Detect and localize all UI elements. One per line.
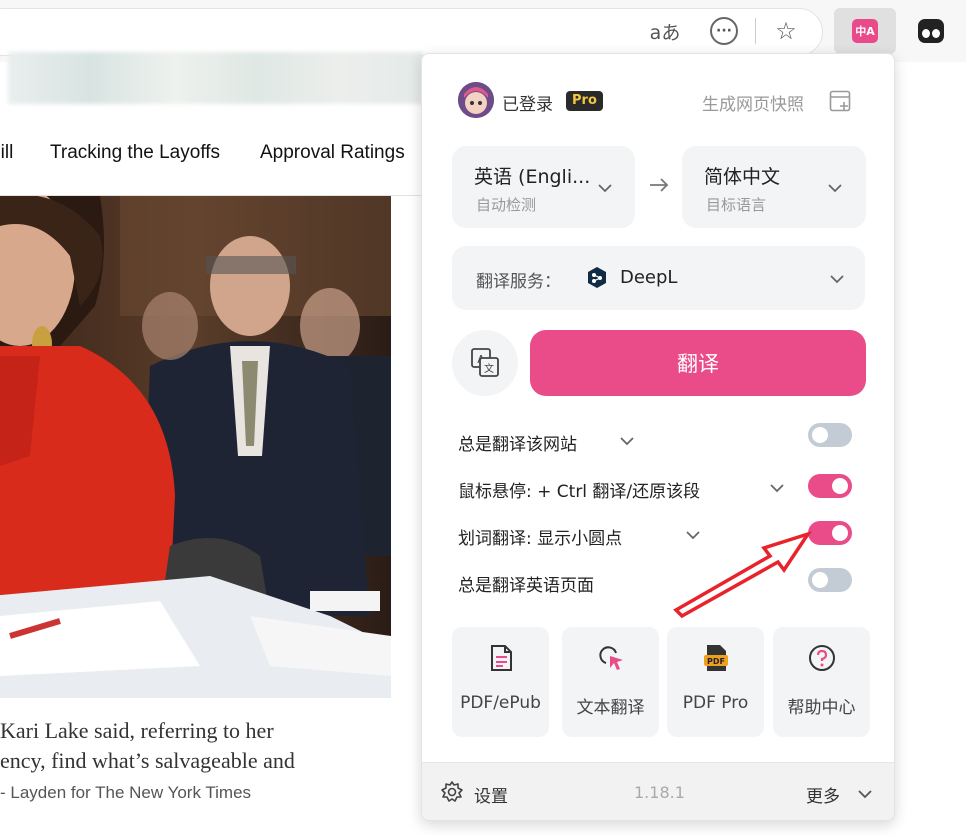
tile-label: PDF Pro <box>682 693 749 713</box>
pdf-pro-icon: PDF <box>704 645 728 671</box>
user-avatar[interactable] <box>458 82 494 118</box>
source-language-name: 英语 (Engli... <box>474 166 591 188</box>
input-translate-button[interactable]: A 文 <box>452 330 518 396</box>
translation-popup: 已登录 Pro 生成网页快照 英语 (Engli... 自动检测 简体中文 目标… <box>421 53 895 821</box>
chevron-down-icon <box>830 275 844 284</box>
ghost-extension-icon[interactable] <box>918 19 944 43</box>
screen: aあ ··· ☆ 中A Bill Tracking the Layoffs Ap… <box>0 0 966 836</box>
favorite-star-icon[interactable]: ☆ <box>770 15 802 47</box>
snapshot-icon[interactable] <box>829 90 851 112</box>
toolbar-divider <box>755 18 756 44</box>
photo-credit: - Layden for The New York Times <box>0 783 252 802</box>
target-language-name: 简体中文 <box>704 166 781 188</box>
arrow-right-icon <box>650 178 669 192</box>
gear-icon[interactable] <box>440 780 464 804</box>
chevron-down-icon[interactable] <box>618 435 636 447</box>
tile-label: PDF/ePub <box>460 693 541 713</box>
article-photo <box>0 196 391 698</box>
service-label: 翻译服务： <box>476 272 561 292</box>
svg-text:文: 文 <box>484 362 494 375</box>
translate-page-button[interactable]: 翻译 <box>530 330 866 396</box>
version-label: 1.18.1 <box>634 783 685 802</box>
chevron-down-icon <box>598 184 612 193</box>
chevron-down-icon <box>828 184 842 193</box>
target-language-select[interactable]: 简体中文 目标语言 <box>682 146 866 228</box>
translate-icon: A 文 <box>471 348 499 377</box>
annotation-arrow-icon <box>673 530 813 619</box>
article-caption-line-1: Kari Lake said, referring to her <box>0 718 274 743</box>
option-label: 划词翻译: 显示小圆点 <box>458 529 623 549</box>
login-status: 已登录 <box>502 95 553 115</box>
read-aloud-icon[interactable]: aあ <box>648 16 682 46</box>
address-bar[interactable] <box>0 8 823 56</box>
option-label: 鼠标悬停: + Ctrl 翻译/还原该段 <box>458 482 701 502</box>
target-language-hint: 目标语言 <box>706 196 767 214</box>
help-icon <box>809 645 835 671</box>
cursor-translate-icon <box>599 646 623 670</box>
tile-text-translate[interactable]: 文本翻译 <box>562 627 659 737</box>
tile-pdf-epub[interactable]: PDF/ePub <box>452 627 549 737</box>
nav-link-bill[interactable]: Bill <box>0 142 13 164</box>
tile-pdf-pro[interactable]: PDF PDF Pro <box>667 627 764 737</box>
pro-badge: Pro <box>566 91 603 111</box>
tile-label: 帮助中心 <box>787 698 856 718</box>
more-menu-link[interactable]: 更多 <box>806 782 840 807</box>
service-name: DeepL <box>620 267 678 288</box>
toggle-hover-translate[interactable] <box>808 474 852 498</box>
source-language-hint: 自动检测 <box>476 196 537 214</box>
tile-help-center[interactable]: 帮助中心 <box>773 627 870 737</box>
svg-text:PDF: PDF <box>707 657 725 666</box>
settings-link[interactable]: 设置 <box>474 782 508 807</box>
nav-link-tracking-layoffs[interactable]: Tracking the Layoffs <box>50 142 220 164</box>
avatar-icon <box>458 82 494 118</box>
option-label: 总是翻译英语页面 <box>458 576 594 596</box>
snapshot-link[interactable]: 生成网页快照 <box>702 90 804 115</box>
more-options-icon[interactable]: ··· <box>710 17 738 45</box>
chevron-down-icon[interactable] <box>856 788 874 800</box>
option-label: 总是翻译该网站 <box>458 435 577 455</box>
translation-service-select[interactable]: 翻译服务： DeepL <box>452 246 865 310</box>
popup-footer: 设置 1.18.1 更多 <box>422 762 894 820</box>
nav-link-approval-ratings[interactable]: Approval Ratings <box>260 142 405 164</box>
translator-extension-icon[interactable]: 中A <box>852 19 878 43</box>
tile-label: 文本翻译 <box>576 698 645 718</box>
document-icon <box>491 645 512 671</box>
chevron-down-icon[interactable] <box>768 482 786 494</box>
deepl-logo-icon <box>588 267 606 288</box>
blurred-header-content <box>8 52 423 104</box>
hearing-photo-illustration <box>0 196 391 698</box>
source-language-select[interactable]: 英语 (Engli... 自动检测 <box>452 146 635 228</box>
toggle-always-translate-site[interactable] <box>808 423 852 447</box>
article-caption-line-2: ency, find what’s salvageable and <box>0 748 295 773</box>
